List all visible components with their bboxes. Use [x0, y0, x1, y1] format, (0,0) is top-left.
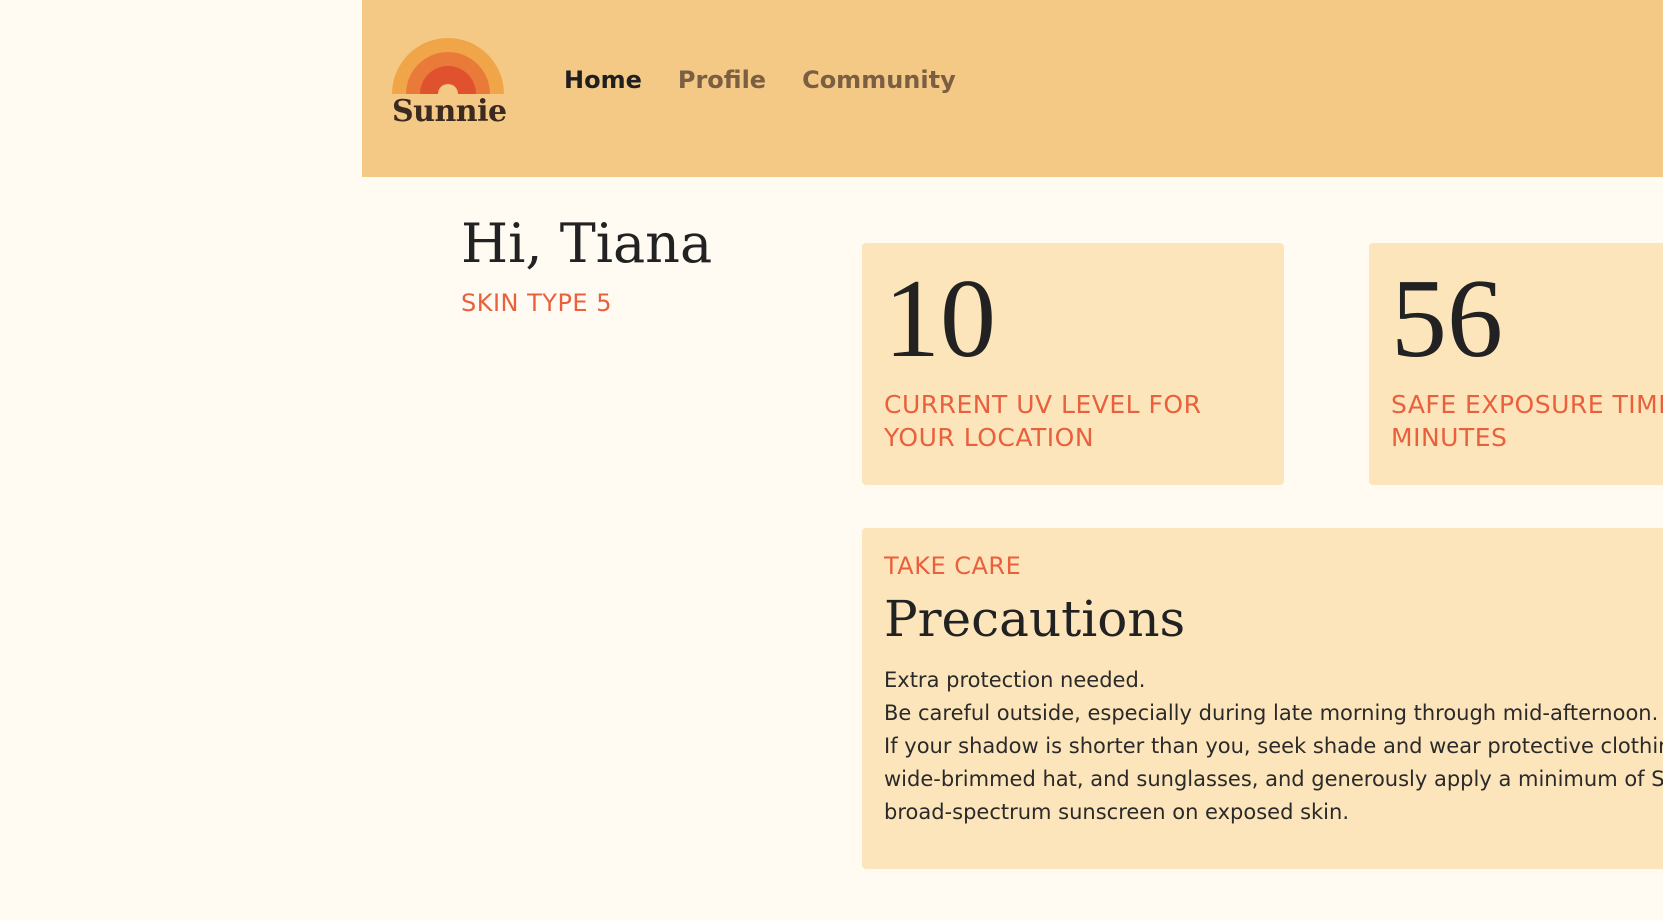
uv-level-label: CURRENT UV LEVEL FOR YOUR LOCATION [884, 390, 1202, 452]
precautions-body: Extra protection needed. Be careful outs… [884, 664, 1663, 829]
precautions-kicker: TAKE CARE [884, 552, 1022, 580]
safe-exposure-label: SAFE EXPOSURE TIME IN MINUTES [1391, 390, 1663, 452]
precautions-line: Extra protection needed. [884, 668, 1146, 692]
nav-community[interactable]: Community [802, 66, 956, 94]
precautions-line: If your shadow is shorter than you, seek… [884, 734, 1663, 758]
precautions-line: broad-spectrum sunscreen on exposed skin… [884, 800, 1349, 824]
precautions-card: TAKE CARE Precautions Extra protection n… [862, 528, 1663, 869]
logo-text: Sunnie [392, 94, 507, 129]
main-nav: Home Profile Community [564, 66, 956, 94]
precautions-line: wide-brimmed hat, and sunglasses, and ge… [884, 767, 1663, 791]
greeting-title: Hi, Tiana [461, 212, 713, 275]
nav-home[interactable]: Home [564, 66, 642, 94]
app-header: Sunnie Home Profile Community [362, 0, 1663, 177]
precautions-title: Precautions [884, 590, 1186, 648]
nav-profile[interactable]: Profile [678, 66, 766, 94]
uv-level-value: 10 [884, 257, 996, 381]
sunnie-logo[interactable]: Sunnie [392, 38, 507, 138]
sun-arc-icon [392, 38, 504, 94]
safe-exposure-card: 56 SAFE EXPOSURE TIME IN MINUTES [1369, 243, 1663, 485]
safe-exposure-value: 56 [1391, 257, 1503, 381]
uv-level-card: 10 CURRENT UV LEVEL FOR YOUR LOCATION [862, 243, 1284, 485]
precautions-line: Be careful outside, especially during la… [884, 701, 1659, 725]
skin-type-label: SKIN TYPE 5 [461, 289, 612, 317]
